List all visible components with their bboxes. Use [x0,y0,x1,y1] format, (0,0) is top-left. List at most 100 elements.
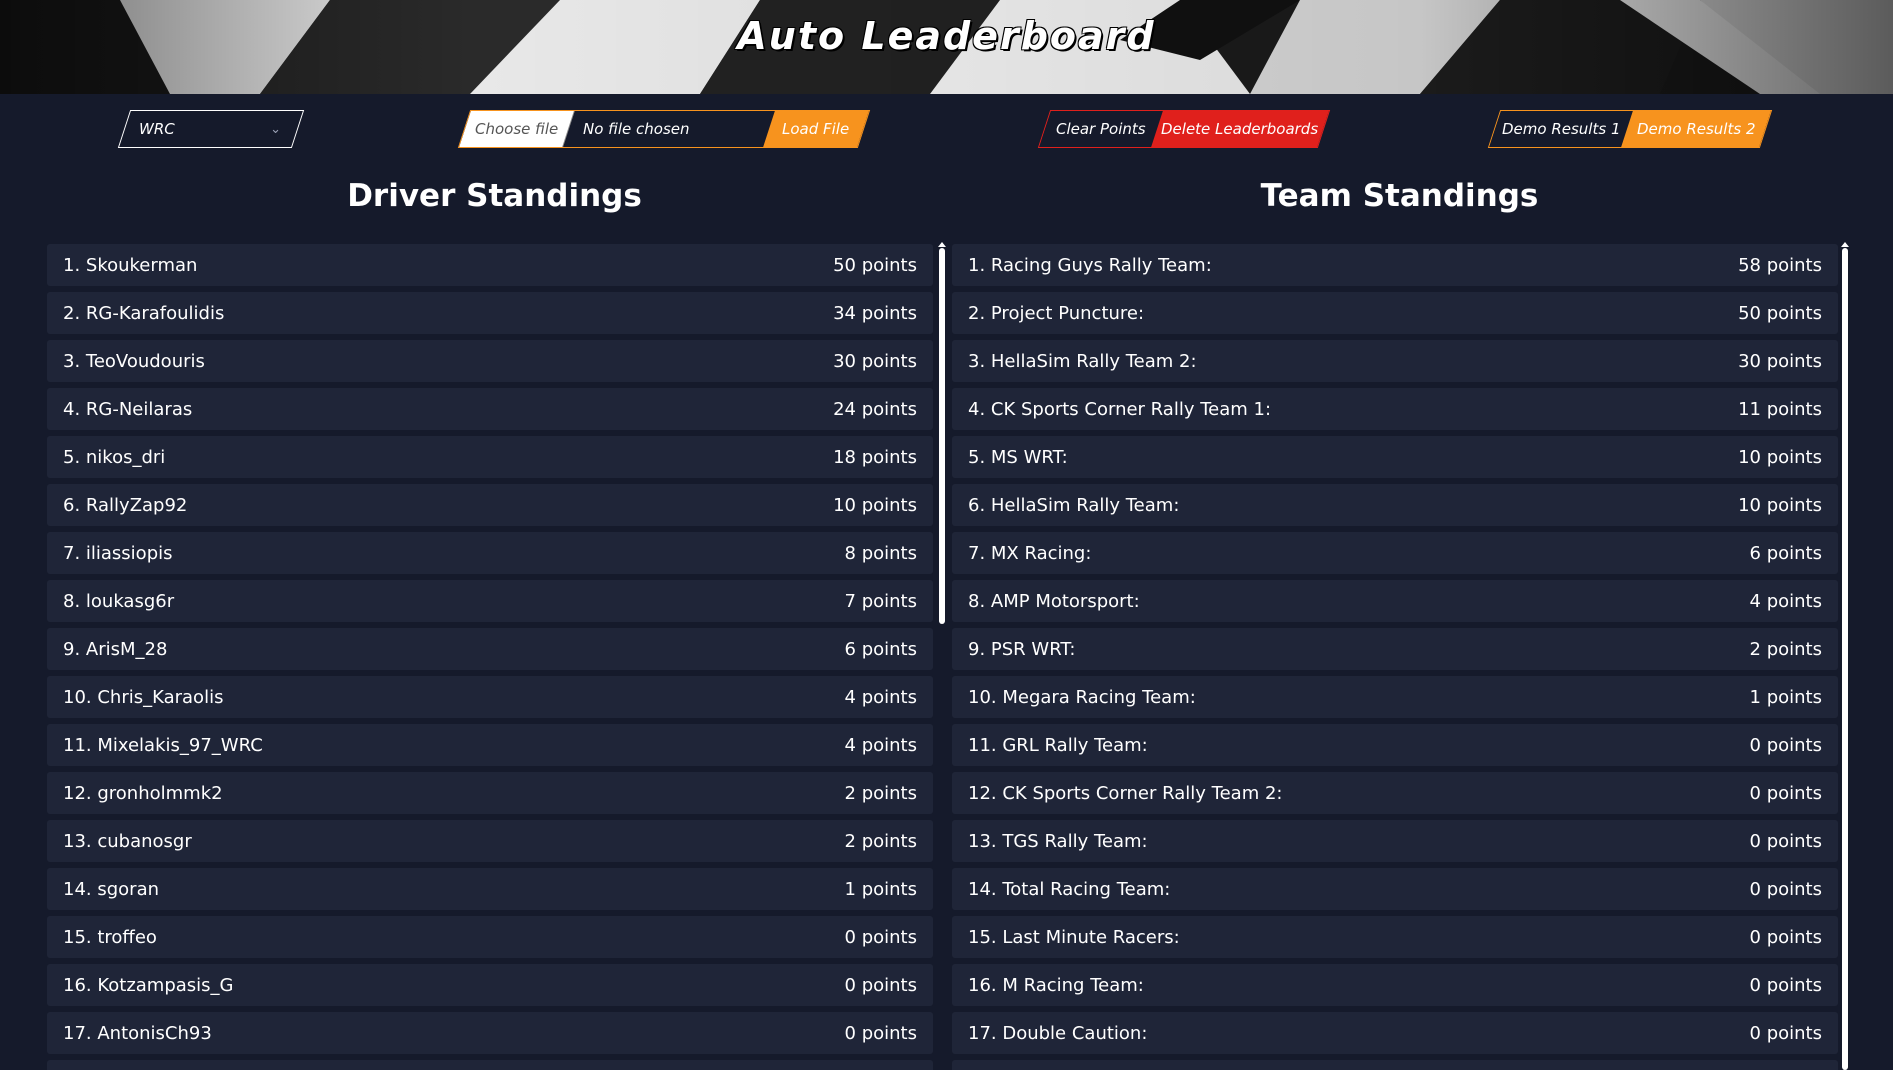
driver-row: 12. gronholmmk2 2 points [47,772,933,814]
team-name: 12. CK Sports Corner Rally Team 2: [968,782,1283,804]
team-points: 1 points [1749,686,1822,708]
team-row: 9. PSR WRT: 2 points [952,628,1838,670]
team-points: 11 points [1738,398,1822,420]
driver-points: 30 points [833,350,917,372]
driver-name: 13. cubanosgr [63,830,192,852]
team-row: 11. GRL Rally Team: 0 points [952,724,1838,766]
driver-points: 4 points [844,734,917,756]
driver-name: 10. Chris_Karaolis [63,686,224,708]
driver-points: 24 points [833,398,917,420]
team-points: 0 points [1749,926,1822,948]
driver-row: 7. iliassiopis 8 points [47,532,933,574]
team-scroll-up-icon[interactable] [1841,242,1849,247]
team-points: 6 points [1749,542,1822,564]
team-row: 17. Double Caution: 0 points [952,1012,1838,1054]
team-points: 10 points [1738,494,1822,516]
team-row: 2. Project Puncture: 50 points [952,292,1838,334]
team-name: 5. MS WRT: [968,446,1068,468]
team-row: 10. Megara Racing Team: 1 points [952,676,1838,718]
driver-name: 11. Mixelakis_97_WRC [63,734,263,756]
load-file-button[interactable]: Load File [763,111,869,147]
team-name: 8. AMP Motorsport: [968,590,1140,612]
driver-points: 1 points [844,878,917,900]
driver-name: 5. nikos_dri [63,446,166,468]
clear-delete-group: Clear Points Delete Leaderboards [1037,110,1331,148]
driver-name: 2. RG-Karafoulidis [63,302,225,324]
team-name: 14. Total Racing Team: [968,878,1171,900]
driver-name: 14. sgoran [63,878,160,900]
driver-row: 3. TeoVoudouris 30 points [47,340,933,382]
team-row: 8. AMP Motorsport: 4 points [952,580,1838,622]
delete-leaderboards-button[interactable]: Delete Leaderboards [1151,111,1329,147]
driver-points: 10 points [833,494,917,516]
team-name: 6. HellaSim Rally Team: [968,494,1180,516]
driver-points: 50 points [833,254,917,276]
driver-name: 7. iliassiopis [63,542,173,564]
driver-name: 16. Kotzampasis_G [63,974,234,996]
driver-row: 1. Skoukerman 50 points [47,244,933,286]
driver-standings-title: Driver Standings [347,178,642,214]
team-name: 4. CK Sports Corner Rally Team 1: [968,398,1272,420]
driver-standings-list: 1. Skoukerman 50 points 2. RG-Karafoulidi… [47,244,933,1070]
team-row: 3. HellaSim Rally Team 2: 30 points [952,340,1838,382]
driver-row: 17. AntonisCh93 0 points [47,1012,933,1054]
driver-points: 0 points [844,926,917,948]
team-row: 12. CK Sports Corner Rally Team 2: 0 poin… [952,772,1838,814]
team-row: 4. CK Sports Corner Rally Team 1: 11 poin… [952,388,1838,430]
driver-scroll-up-icon[interactable] [938,242,946,247]
driver-points: 6 points [844,638,917,660]
team-points: 0 points [1749,1022,1822,1044]
team-points: 2 points [1749,638,1822,660]
team-points: 0 points [1749,974,1822,996]
clear-points-button[interactable]: Clear Points [1039,111,1163,147]
file-upload[interactable]: Choose file No file chosen Load File [457,110,871,148]
team-row: 1. Racing Guys Rally Team: 58 points [952,244,1838,286]
game-select[interactable]: WRC ⌄ [117,110,305,148]
team-name: 17. Double Caution: [968,1022,1148,1044]
driver-points: 4 points [844,686,917,708]
demo-results-2-label: Demo Results 2 [1636,120,1756,138]
driver-row: 5. nikos_dri 18 points [47,436,933,478]
clear-points-label: Clear Points [1056,120,1146,138]
team-name: 11. GRL Rally Team: [968,734,1148,756]
driver-list-scrollbar[interactable] [939,248,945,624]
driver-name: 17. AntonisCh93 [63,1022,212,1044]
driver-points: 7 points [844,590,917,612]
team-name: 3. HellaSim Rally Team 2: [968,350,1197,372]
driver-row: 14. sgoran 1 points [47,868,933,910]
driver-name: 12. gronholmmk2 [63,782,223,804]
controls-bar: WRC ⌄ Choose file No file chosen Load Fi… [0,94,1893,164]
team-points: 58 points [1738,254,1822,276]
team-standings-title: Team Standings [1260,178,1539,214]
team-standings-list: 1. Racing Guys Rally Team: 58 points 2. P… [952,244,1838,1070]
team-name: 15. Last Minute Racers: [968,926,1180,948]
driver-row: 11. Mixelakis_97_WRC 4 points [47,724,933,766]
team-list-scrollbar[interactable] [1842,248,1848,1070]
team-row: 16. M Racing Team: 0 points [952,964,1838,1006]
team-name: 16. M Racing Team: [968,974,1144,996]
driver-points: 34 points [833,302,917,324]
team-row: 15. Last Minute Racers: 0 points [952,916,1838,958]
team-name: 7. MX Racing: [968,542,1092,564]
file-name-text: No file chosen [583,120,690,138]
load-file-label: Load File [782,120,850,138]
team-row: 14. Total Racing Team: 0 points [952,868,1838,910]
driver-name: 6. RallyZap92 [63,494,188,516]
team-row: 7. MX Racing: 6 points [952,532,1838,574]
demo-results-1-button[interactable]: Demo Results 1 [1489,111,1633,147]
driver-row [47,1060,933,1070]
driver-row: 9. ArisM_28 6 points [47,628,933,670]
driver-points: 8 points [844,542,917,564]
demo-results-2-button[interactable]: Demo Results 2 [1621,111,1771,147]
choose-file-button[interactable]: Choose file [459,111,575,147]
driver-row: 13. cubanosgr 2 points [47,820,933,862]
game-select-value: WRC [139,120,175,138]
team-points: 4 points [1749,590,1822,612]
team-points: 50 points [1738,302,1822,324]
driver-name: 15. troffeo [63,926,157,948]
driver-row: 15. troffeo 0 points [47,916,933,958]
team-name: 13. TGS Rally Team: [968,830,1148,852]
driver-row: 6. RallyZap92 10 points [47,484,933,526]
driver-points: 2 points [844,782,917,804]
app-title: Auto Leaderboard [737,14,1156,58]
